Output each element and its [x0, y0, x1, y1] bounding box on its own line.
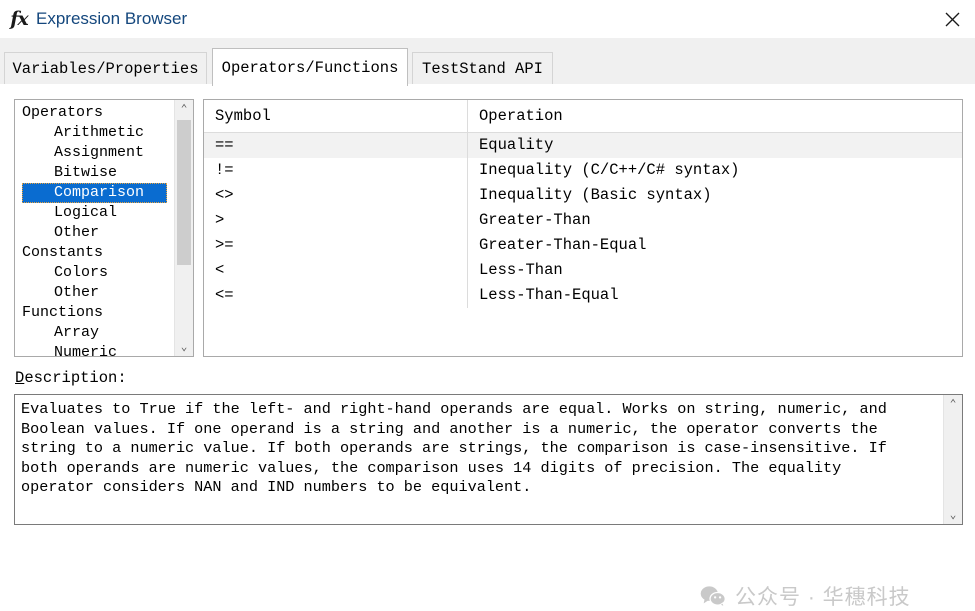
category-tree-list: Operators Arithmetic Assignment Bitwise … — [15, 100, 175, 356]
tree-item-logical[interactable]: Logical — [15, 203, 175, 223]
cell-operation: Inequality (C/C++/C# syntax) — [479, 161, 740, 179]
cell-operation: Equality — [479, 136, 554, 154]
tree-item-operators[interactable]: Operators — [15, 103, 175, 123]
cell-symbol: < — [204, 258, 468, 283]
scroll-up-icon[interactable]: ⌃ — [944, 395, 962, 413]
scroll-down-icon[interactable]: ⌄ — [175, 338, 193, 356]
tree-item-colors[interactable]: Colors — [15, 263, 175, 283]
table-header-row: Symbol Operation — [204, 100, 962, 133]
tree-item-other-operators[interactable]: Other — [15, 223, 175, 243]
table-row[interactable]: == Equality — [204, 133, 962, 158]
tree-item-arithmetic[interactable]: Arithmetic — [15, 123, 175, 143]
tab-operators-functions[interactable]: Operators/Functions — [212, 48, 408, 86]
table-row[interactable]: < Less-Than — [204, 258, 962, 283]
cell-operation: Greater-Than — [479, 211, 591, 229]
column-header-operation[interactable]: Operation — [468, 100, 962, 132]
tree-item-other-constants[interactable]: Other — [15, 283, 175, 303]
tree-item-constants[interactable]: Constants — [15, 243, 175, 263]
tree-item-numeric[interactable]: Numeric — [15, 343, 175, 356]
table-row[interactable]: <> Inequality (Basic syntax) — [204, 183, 962, 208]
table-row[interactable]: <= Less-Than-Equal — [204, 283, 962, 308]
window-title: Expression Browser — [36, 9, 188, 28]
content-area: Operators Arithmetic Assignment Bitwise … — [0, 86, 975, 609]
watermark-text: 公众号 · 华穗科技 — [735, 586, 911, 609]
description-label-accelerator: D — [15, 369, 25, 387]
scroll-down-icon[interactable]: ⌄ — [944, 506, 962, 524]
close-icon[interactable] — [929, 0, 975, 38]
cell-operation: Less-Than — [479, 261, 563, 279]
tree-item-bitwise[interactable]: Bitwise — [15, 163, 175, 183]
scroll-up-icon[interactable]: ⌃ — [175, 100, 193, 118]
tab-strip: Variables/Properties Operators/Functions… — [0, 38, 975, 87]
category-tree-scrollbar[interactable]: ⌃ ⌄ — [174, 100, 193, 356]
cell-symbol: <> — [204, 183, 468, 208]
description-text: Evaluates to True if the left- and right… — [21, 400, 887, 496]
description-scrollbar[interactable]: ⌃ ⌄ — [943, 395, 962, 524]
table-row[interactable]: != Inequality (C/C++/C# syntax) — [204, 158, 962, 183]
wechat-icon — [700, 586, 726, 608]
cell-symbol: > — [204, 208, 468, 233]
cell-symbol: >= — [204, 233, 468, 258]
cell-symbol: <= — [204, 283, 468, 308]
column-header-symbol[interactable]: Symbol — [204, 100, 468, 132]
tab-variables-properties[interactable]: Variables/Properties — [4, 52, 207, 85]
tab-teststand-api[interactable]: TestStand API — [412, 52, 553, 85]
description-label: Description: — [15, 369, 127, 387]
cell-symbol: != — [204, 158, 468, 183]
watermark: 公众号 · 华穗科技 — [700, 581, 911, 611]
tree-item-comparison[interactable]: Comparison — [22, 183, 167, 203]
scrollbar-thumb[interactable] — [177, 120, 191, 265]
description-box[interactable]: Evaluates to True if the left- and right… — [14, 394, 963, 525]
operators-table[interactable]: Symbol Operation == Equality != Inequali… — [203, 99, 963, 357]
cell-operation: Less-Than-Equal — [479, 286, 619, 304]
cell-operation: Inequality (Basic syntax) — [479, 186, 712, 204]
cell-symbol: == — [204, 133, 468, 158]
fx-icon: fx — [10, 8, 29, 30]
tree-item-array[interactable]: Array — [15, 323, 175, 343]
table-row[interactable]: >= Greater-Than-Equal — [204, 233, 962, 258]
description-label-rest: escription: — [24, 369, 127, 387]
category-tree[interactable]: Operators Arithmetic Assignment Bitwise … — [14, 99, 194, 357]
table-row[interactable]: > Greater-Than — [204, 208, 962, 233]
tree-item-functions[interactable]: Functions — [15, 303, 175, 323]
title-bar: fx Expression Browser — [0, 0, 975, 38]
tree-item-assignment[interactable]: Assignment — [15, 143, 175, 163]
cell-operation: Greater-Than-Equal — [479, 236, 647, 254]
